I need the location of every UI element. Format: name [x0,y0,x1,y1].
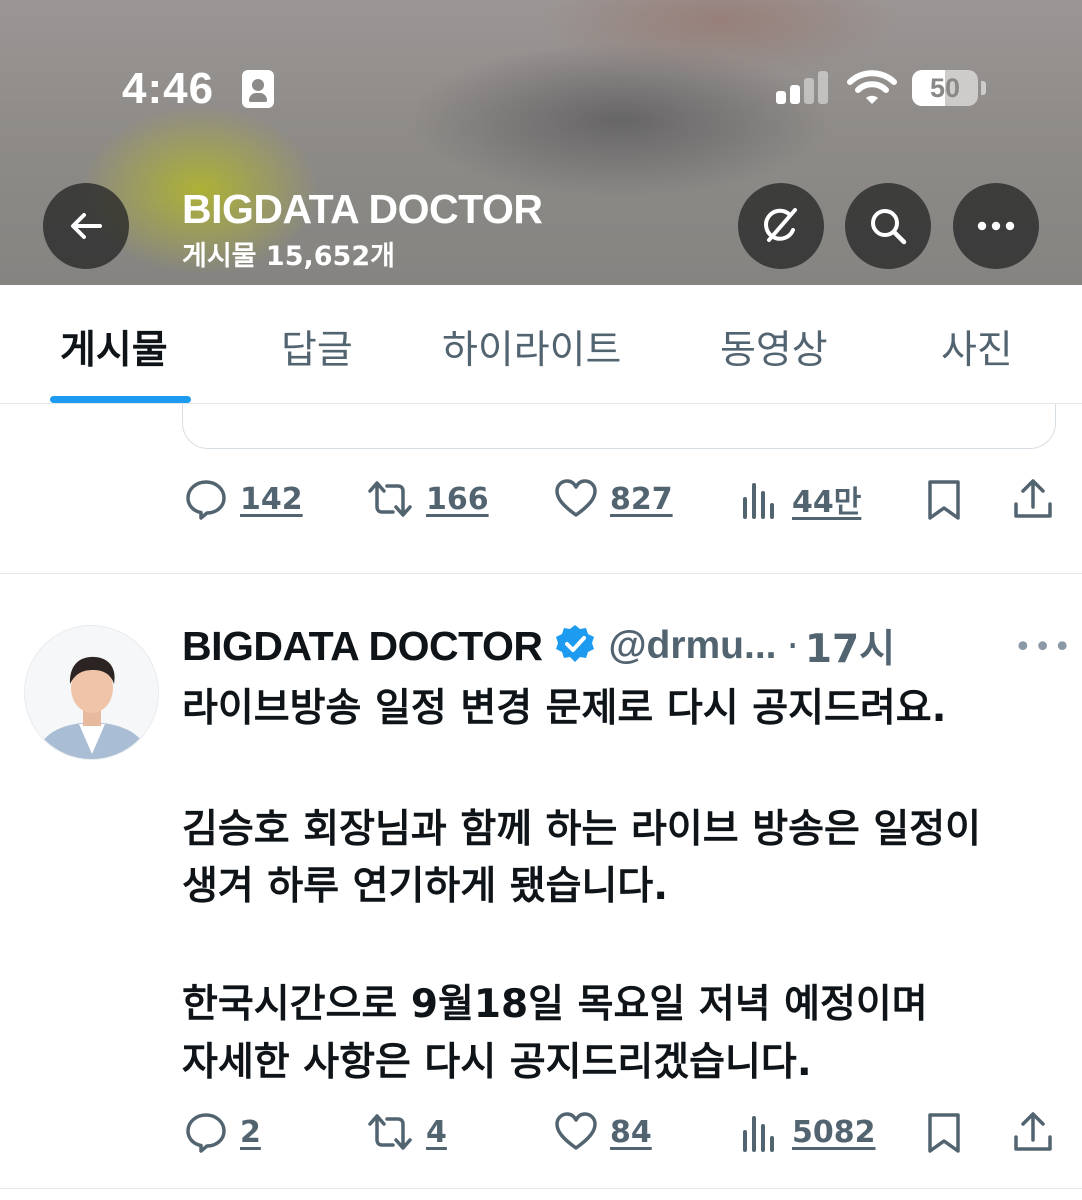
active-tab-indicator [50,396,191,403]
tab-photos[interactable]: 사진 [941,319,1013,375]
reply-count: 2 [240,1114,261,1150]
views-count: 44만 [792,485,862,520]
profile-header: 4:46 50 BIGDATA DOCTOR 게시물 15,652개 [0,0,1082,285]
post-divider [0,573,1082,574]
contact-card-icon [242,70,274,108]
battery-nub [981,81,986,95]
back-button[interactable] [43,183,129,269]
views-count: 5082 [792,1114,876,1150]
tweet-text-line: 김승호 회장님과 함께 하는 라이브 방송은 일정이 [182,807,982,852]
tweet-header: BIGDATA DOCTOR @drmu... · 17시 [182,618,895,674]
post-time[interactable]: 17시 [805,618,895,674]
heart-icon [555,479,597,517]
repost-icon [368,481,412,517]
tab-videos[interactable]: 동영상 [720,319,828,375]
like-button[interactable]: 827 [554,474,673,524]
tweet-text-line: 한국시간으로 9월18일 목요일 저녁 예정이며 [182,982,928,1027]
avatar[interactable] [24,625,159,760]
quoted-post-card[interactable] [182,404,1056,449]
like-count: 827 [610,481,673,517]
repost-icon [368,1114,412,1150]
tab-posts[interactable]: 게시물 [60,319,168,375]
share-icon [1014,1112,1052,1151]
verified-badge-icon [554,623,596,669]
bookmark-button[interactable] [924,1107,964,1157]
bookmark-button[interactable] [924,474,964,524]
wifi-icon [846,70,898,110]
reply-icon [186,1113,226,1153]
reply-icon [186,480,226,520]
battery-icon: 50 [912,70,978,106]
repost-button[interactable]: 4 [366,1107,447,1157]
like-button[interactable]: 84 [554,1107,652,1157]
tweet-text-line: 자세한 사항은 다시 공지드리겠습니다. [182,1040,812,1085]
author-name[interactable]: BIGDATA DOCTOR [182,623,543,670]
more-icon [977,221,1015,231]
reply-count: 142 [240,481,303,517]
tweet-2-action-bar: 2 4 84 5082 [0,1107,1082,1157]
views-chart-icon [743,483,774,519]
share-button[interactable] [1012,1107,1054,1157]
repost-button[interactable]: 166 [366,474,489,524]
views-button[interactable]: 44만 [740,474,861,524]
search-button[interactable] [845,183,931,269]
like-count: 84 [610,1114,652,1150]
repost-count: 166 [426,481,489,517]
tweet-1-action-bar: 142 166 827 44만 [0,474,1082,524]
bookmark-icon [928,1113,960,1153]
reply-button[interactable]: 142 [184,474,303,524]
share-icon [1014,479,1052,518]
heart-icon [555,1112,597,1150]
repost-count: 4 [426,1114,447,1150]
tab-replies[interactable]: 답글 [281,319,353,375]
bookmark-icon [928,480,960,520]
avatar-photo [25,626,158,759]
cellular-signal-icon [776,70,830,104]
back-arrow-icon [71,213,102,239]
battery-level: 50 [929,73,961,103]
post-count: 게시물 15,652개 [182,241,395,272]
tab-highlights[interactable]: 하이라이트 [442,319,621,375]
reply-button[interactable]: 2 [184,1107,261,1157]
post-more-icon[interactable]: ••• [1014,630,1073,665]
views-chart-icon [743,1116,774,1152]
separator-dot: · [786,623,799,669]
profile-tabs: 게시물 답글 하이라이트 동영상 사진 [0,285,1082,404]
more-button[interactable] [953,183,1039,269]
status-time: 4:46 [122,64,215,113]
tweet-text-line: 생겨 하루 연기하게 됐습니다. [182,864,669,909]
views-button[interactable]: 5082 [740,1107,876,1157]
profile-name: BIGDATA DOCTOR [182,186,543,232]
tweet-text-line: 라이브방송 일정 변경 문제로 다시 공지드려요. [182,686,947,731]
share-button[interactable] [1012,474,1054,524]
search-icon [871,209,907,245]
post-divider [0,1188,1082,1189]
author-handle[interactable]: @drmu... [608,624,776,668]
grok-icon [764,208,797,242]
grok-button[interactable] [738,183,824,269]
